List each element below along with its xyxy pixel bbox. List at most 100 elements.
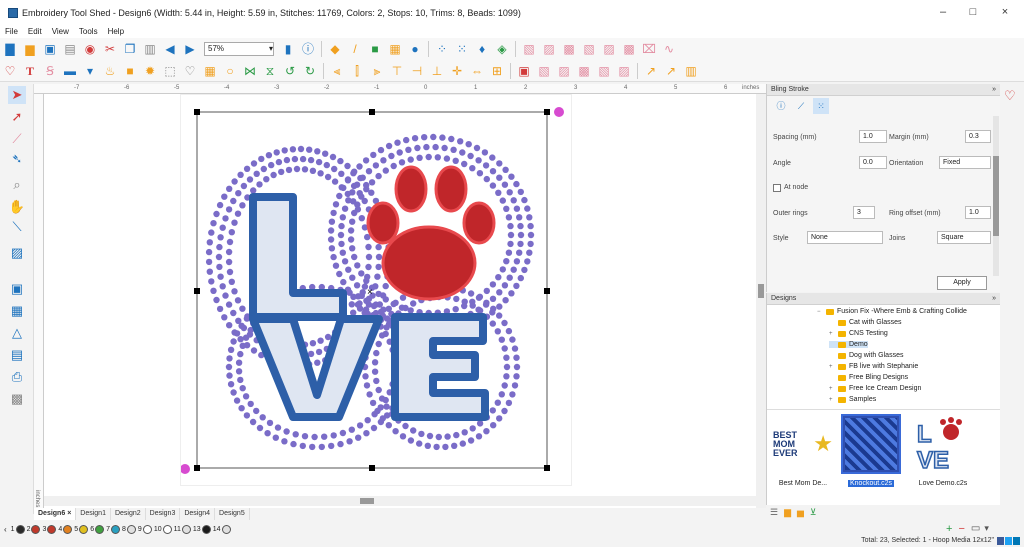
wave-icon[interactable]: ∿: [661, 41, 677, 57]
export-icon[interactable]: ⎙: [8, 368, 26, 386]
menu-tools[interactable]: Tools: [74, 26, 103, 38]
spacing-input[interactable]: 1.0: [859, 130, 887, 143]
tab-design5[interactable]: Design5: [215, 508, 250, 520]
canvas-horizontal-scrollbar[interactable]: [44, 496, 756, 506]
maximize-button[interactable]: □: [958, 6, 988, 22]
minimize-button[interactable]: –: [928, 6, 958, 22]
palette-icon[interactable]: ◈: [494, 41, 510, 57]
triangle-icon[interactable]: △: [8, 324, 26, 342]
apply-button[interactable]: Apply: [937, 276, 987, 290]
circle-icon[interactable]: ○: [222, 63, 238, 79]
joins-select[interactable]: Square: [937, 231, 991, 244]
outer-rings-input[interactable]: 3: [853, 206, 875, 219]
diamond-icon[interactable]: ♦: [474, 41, 490, 57]
style-select[interactable]: None: [807, 231, 883, 244]
reshape-icon[interactable]: ◆: [327, 41, 343, 57]
tree-item[interactable]: Free Bling Designs: [829, 374, 908, 381]
tab-design6[interactable]: Design6 ×: [34, 508, 77, 520]
pan-hand-icon[interactable]: ✋: [8, 198, 26, 216]
monitor-icon[interactable]: ▭: [971, 523, 980, 535]
info-card-icon[interactable]: ▤: [8, 346, 26, 364]
undo-icon[interactable]: ◀: [162, 41, 178, 57]
monogram-icon[interactable]: Ꞩ: [42, 63, 58, 79]
folder-open-icon[interactable]: ▅: [797, 507, 804, 518]
knife-icon[interactable]: ⟋: [8, 130, 26, 148]
open-folder-icon[interactable]: ▆: [22, 41, 38, 57]
center-icon[interactable]: ⊞: [489, 63, 505, 79]
hoop-icon[interactable]: ●: [407, 41, 423, 57]
close-tab-icon[interactable]: ×: [67, 510, 71, 517]
collapse-icon[interactable]: »: [992, 84, 996, 96]
tab-stroke-icon[interactable]: ⟋: [793, 98, 809, 114]
thread-color-chip[interactable]: 6: [90, 524, 105, 534]
menu-edit[interactable]: Edit: [23, 26, 47, 38]
thread-color-chip[interactable]: 9: [138, 524, 152, 534]
shape-cup-icon[interactable]: ▾: [82, 63, 98, 79]
thread-color-chip[interactable]: 5: [74, 524, 89, 534]
scroll-left-icon[interactable]: ‹: [4, 525, 7, 534]
arrow-icon[interactable]: ↗: [643, 63, 659, 79]
heart-icon[interactable]: ♡: [2, 63, 18, 79]
select-arrow-icon[interactable]: ➤: [8, 86, 26, 104]
heart-outline-icon[interactable]: ♡: [182, 63, 198, 79]
orientation-select[interactable]: Fixed: [939, 156, 991, 169]
redo-icon[interactable]: ▶: [182, 41, 198, 57]
align-bottom-icon[interactable]: ⊥: [429, 63, 445, 79]
tab-design2[interactable]: Design2: [111, 508, 146, 520]
chevron-down-icon[interactable]: ▾: [984, 523, 989, 535]
add-color-icon[interactable]: +: [946, 523, 952, 535]
select-frame-icon[interactable]: ▣: [516, 63, 532, 79]
tab-design1[interactable]: Design1: [76, 508, 111, 520]
heart-outline-icon[interactable]: ♡: [1004, 88, 1016, 104]
tree-item[interactable]: Demo: [829, 341, 868, 348]
trace-icon[interactable]: ▩: [8, 390, 26, 408]
collapse-icon[interactable]: »: [992, 293, 996, 305]
stitch-player-icon[interactable]: ◉: [82, 41, 98, 57]
expander-icon[interactable]: +: [829, 397, 835, 403]
linkedin-icon[interactable]: [1013, 537, 1020, 545]
align-middle-icon[interactable]: ⊣: [409, 63, 425, 79]
thread-color-chip[interactable]: 1: [11, 524, 25, 534]
tree-item[interactable]: Dog with Glasses: [829, 352, 903, 359]
align-left-icon[interactable]: ⫷: [329, 63, 345, 79]
info-icon[interactable]: ⓘ: [300, 41, 316, 57]
thread-color-chip[interactable]: 13: [193, 524, 211, 534]
print-icon[interactable]: ▤: [62, 41, 78, 57]
copy-icon[interactable]: ❐: [122, 41, 138, 57]
ring-offset-input[interactable]: 1.0: [965, 206, 991, 219]
thread-color-chip[interactable]: 3: [42, 524, 57, 534]
scroll-thumb[interactable]: [758, 284, 764, 298]
margin-input[interactable]: 0.3: [965, 130, 991, 143]
facebook-icon[interactable]: [997, 537, 1004, 545]
menu-help[interactable]: Help: [103, 26, 129, 38]
pattern-icon[interactable]: ▦: [202, 63, 218, 79]
image-icon[interactable]: ▨: [8, 244, 26, 262]
bling-icon[interactable]: ⁙: [454, 41, 470, 57]
thread-color-chip[interactable]: 4: [58, 524, 73, 534]
tab-info-icon[interactable]: ⓘ: [773, 98, 789, 114]
measure-icon[interactable]: ⟍: [8, 218, 26, 236]
zoom-fit-icon[interactable]: ▮: [280, 41, 296, 57]
align-icon[interactable]: ▧: [521, 41, 537, 57]
remove-color-icon[interactable]: −: [958, 523, 964, 535]
rotate-right-icon[interactable]: ↻: [302, 63, 318, 79]
arrange-icon[interactable]: ▨: [541, 41, 557, 57]
twitter-icon[interactable]: [1005, 537, 1012, 545]
tree-item[interactable]: Cat with Glasses: [829, 319, 902, 326]
cart-icon[interactable]: ⊻: [810, 507, 817, 518]
trim-icon[interactable]: ⌧: [641, 41, 657, 57]
rotate-left-icon[interactable]: ↺: [282, 63, 298, 79]
expander-icon[interactable]: +: [829, 364, 835, 370]
scroll-thumb[interactable]: [993, 156, 999, 236]
mirror-icon[interactable]: ⋈: [242, 63, 258, 79]
line-icon[interactable]: /: [347, 41, 363, 57]
expander-icon[interactable]: +: [829, 386, 835, 392]
design-canvas[interactable]: ×: [44, 94, 756, 510]
cut-icon[interactable]: ✂: [102, 41, 118, 57]
node-edit-icon[interactable]: ➚: [8, 108, 26, 126]
menu-view[interactable]: View: [47, 26, 74, 38]
tree-item[interactable]: + FB live with Stephanie: [829, 363, 918, 370]
weld-icon[interactable]: ▩: [621, 41, 637, 57]
at-node-checkbox[interactable]: [773, 184, 781, 192]
tree-item[interactable]: + Free Ice Cream Design: [829, 385, 921, 392]
